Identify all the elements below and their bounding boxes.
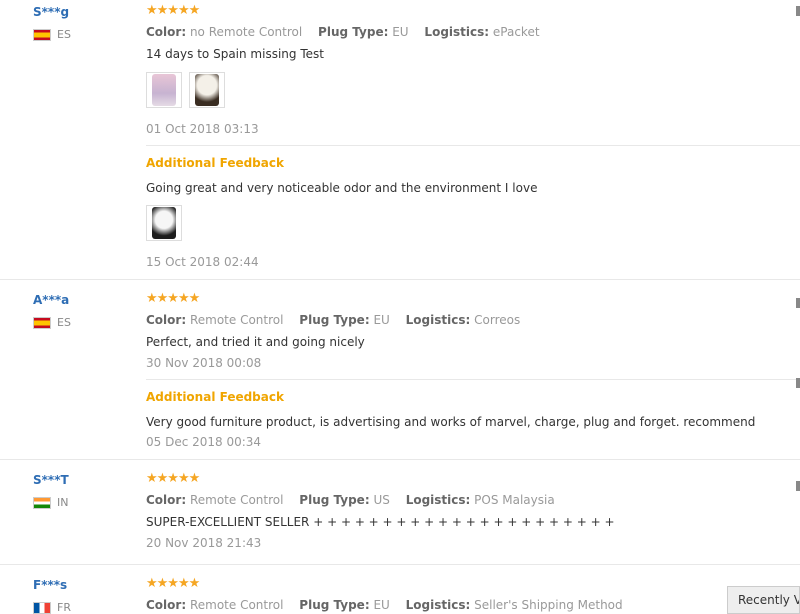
product-attributes: Color: no Remote Control Plug Type: EU L… — [146, 25, 552, 39]
product-attributes: Color: Remote Control Plug Type: EU Logi… — [146, 598, 635, 612]
reviewer-country: FR — [33, 601, 71, 614]
reviewer-country: IN — [33, 496, 68, 509]
review-divider — [0, 279, 800, 280]
logistics-label: Logistics: — [424, 25, 490, 39]
color-label: Color: — [146, 493, 187, 507]
plug-type-label: Plug Type: — [299, 313, 370, 327]
plug-type-label: Plug Type: — [318, 25, 389, 39]
review-divider — [0, 459, 800, 460]
review-divider — [0, 564, 800, 565]
additional-photo-thumbnail[interactable] — [146, 205, 182, 241]
country-code: ES — [57, 316, 71, 329]
reviewer-country: ES — [33, 316, 71, 329]
additional-feedback-date: 15 Oct 2018 02:44 — [146, 255, 259, 269]
product-attributes: Color: Remote Control Plug Type: EU Logi… — [146, 313, 532, 327]
reviewer-name[interactable]: A***a — [33, 293, 69, 307]
logistics-label: Logistics: — [405, 313, 471, 327]
review-text: Perfect, and tried it and going nicely — [146, 335, 365, 349]
additional-feedback-heading: Additional Feedback — [146, 156, 284, 170]
plug-type-value: EU — [392, 25, 409, 39]
reviewer-country: ES — [33, 28, 71, 41]
divider — [146, 379, 800, 380]
logistics-label: Logistics: — [405, 598, 471, 612]
logistics-value: Seller's Shipping Method — [474, 598, 623, 612]
spain-flag-icon — [33, 316, 51, 329]
device-photo-icon — [195, 74, 219, 106]
divider — [146, 145, 800, 146]
additional-feedback-date: 05 Dec 2018 00:34 — [146, 435, 262, 449]
star-rating: ★★★★★ — [146, 3, 200, 18]
star-rating: ★★★★★ — [146, 576, 200, 591]
logistics-label: Logistics: — [405, 493, 471, 507]
review-photo-thumbnail[interactable] — [146, 72, 182, 108]
logistics-value: ePacket — [492, 25, 540, 39]
review-date: 30 Nov 2018 00:08 — [146, 356, 262, 370]
review-date: 01 Oct 2018 03:13 — [146, 122, 259, 136]
plug-type-value: US — [373, 493, 390, 507]
country-code: IN — [57, 496, 69, 509]
country-code: ES — [57, 28, 71, 41]
product-attributes: Color: Remote Control Plug Type: US Logi… — [146, 493, 567, 507]
helpful-vote-button[interactable] — [796, 298, 800, 308]
packaging-photo-icon — [152, 74, 176, 106]
color-value: Remote Control — [189, 493, 284, 507]
color-value: Remote Control — [189, 313, 284, 327]
color-value: Remote Control — [189, 598, 284, 612]
color-label: Color: — [146, 598, 187, 612]
france-flag-icon — [33, 601, 51, 614]
spain-flag-icon — [33, 28, 51, 41]
plug-type-label: Plug Type: — [299, 598, 370, 612]
recently-viewed-button[interactable]: Recently Viewed — [727, 586, 800, 614]
color-label: Color: — [146, 25, 187, 39]
review-photo-thumbnail[interactable] — [189, 72, 225, 108]
helpful-vote-button[interactable] — [796, 6, 800, 16]
plug-type-label: Plug Type: — [299, 493, 370, 507]
star-rating: ★★★★★ — [146, 471, 200, 486]
reviewer-name[interactable]: S***T — [33, 473, 69, 487]
additional-feedback-heading: Additional Feedback — [146, 390, 284, 404]
color-value: no Remote Control — [189, 25, 303, 39]
india-flag-icon — [33, 496, 51, 509]
review-date: 20 Nov 2018 21:43 — [146, 536, 262, 550]
reviewer-name[interactable]: F***s — [33, 578, 67, 592]
country-code: FR — [57, 601, 71, 614]
device-photo-icon — [152, 207, 176, 239]
color-label: Color: — [146, 313, 187, 327]
plug-type-value: EU — [373, 313, 390, 327]
review-text: SUPER-EXCELLIENT SELLER + + + + + + + + … — [146, 515, 615, 529]
plug-type-value: EU — [373, 598, 390, 612]
additional-feedback-text: Very good furniture product, is advertis… — [146, 415, 756, 429]
logistics-value: Correos — [474, 313, 521, 327]
review-text: 14 days to Spain missing Test — [146, 47, 324, 61]
additional-feedback-text: Going great and very noticeable odor and… — [146, 181, 538, 195]
reviewer-name[interactable]: S***g — [33, 5, 69, 19]
helpful-vote-button[interactable] — [796, 481, 800, 491]
helpful-vote-button[interactable] — [796, 378, 800, 388]
star-rating: ★★★★★ — [146, 291, 200, 306]
logistics-value: POS Malaysia — [474, 493, 555, 507]
